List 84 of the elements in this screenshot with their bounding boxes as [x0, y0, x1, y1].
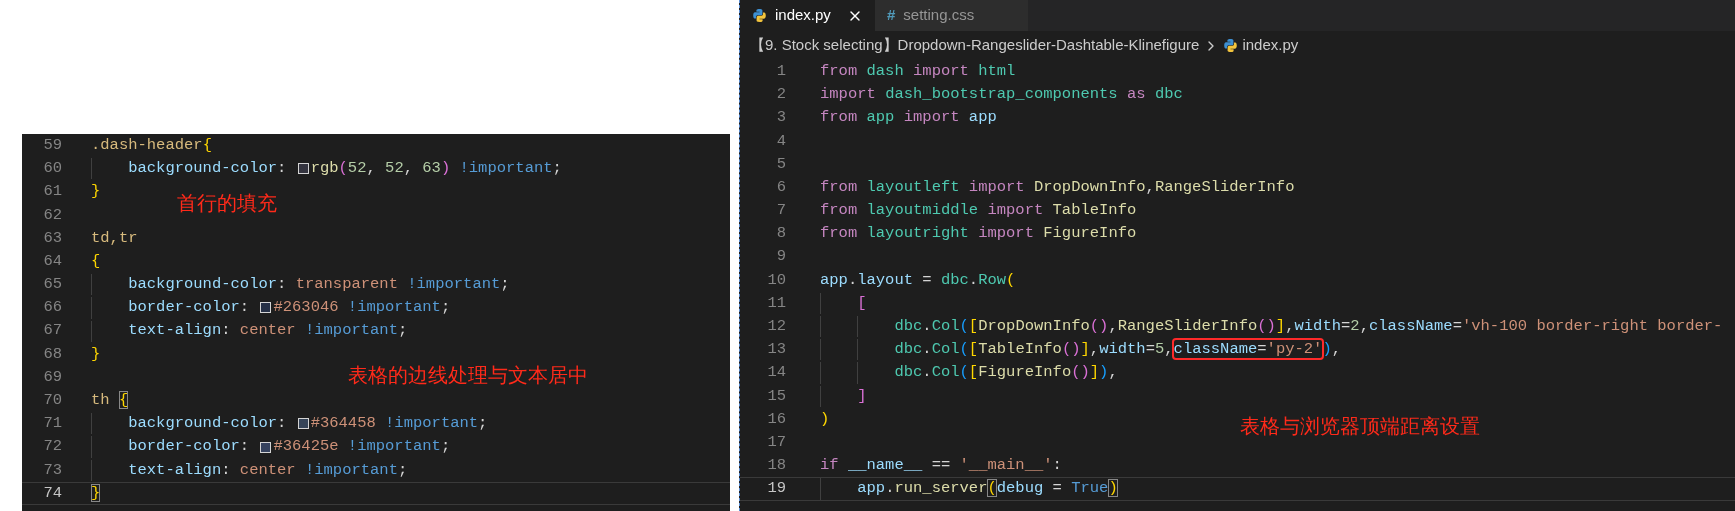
code-text: #263046 !important;: [273, 297, 451, 319]
code-text: dbc.Col([DropDownInfo(),RangeSliderInfo()],width=2,className='vh-100 border-right border-: [893, 316, 1723, 338]
line-number: 71: [42, 413, 62, 435]
code-text: background-color:: [127, 413, 288, 435]
line-number: 18: [766, 455, 786, 477]
line-number: 13: [766, 339, 786, 361]
line-number: 1: [775, 60, 786, 82]
color-swatch-icon[interactable]: [297, 418, 309, 430]
line-number: 11: [766, 292, 786, 314]
line-number: 73: [42, 459, 62, 481]
line-number: 67: [42, 320, 62, 342]
code-text: dbc.Col([FigureInfo()]),: [893, 362, 1118, 384]
code-text: app.run_server(debug = True): [856, 478, 1118, 500]
annotation-text: 表格与浏览器顶端距离设置: [1240, 413, 1480, 440]
line-number: 66: [42, 297, 62, 319]
code-text: border-color:: [127, 436, 251, 458]
breadcrumb-file[interactable]: index.py: [1242, 34, 1299, 57]
line-number: 14: [766, 362, 786, 384]
code-text: ): [820, 408, 830, 430]
line-number: 70: [42, 390, 62, 412]
annotation-text: 首行的填充: [177, 190, 277, 217]
code-text: }: [91, 181, 101, 203]
code-text: }: [91, 482, 101, 504]
line-number: 64: [42, 250, 62, 272]
code-text: from dash import html: [820, 60, 1016, 82]
code-text: td,tr: [91, 227, 138, 249]
line-number: 63: [42, 227, 62, 249]
annotation-text: 表格的边线处理与文本居中: [348, 362, 588, 389]
code-text: dbc.Col([TableInfo()],width=5,className='py-2'),: [893, 339, 1342, 361]
editor-tab[interactable]: # setting.css: [875, 0, 1028, 31]
line-number: 15: [766, 385, 786, 407]
code-text: from layoutmiddle import TableInfo: [820, 200, 1137, 222]
line-number: 9: [775, 246, 786, 268]
line-number: 10: [766, 269, 786, 291]
code-text: rgb(52, 52, 63) !important;: [310, 158, 562, 180]
line-number: 12: [766, 316, 786, 338]
line-number: 17: [766, 431, 786, 453]
line-number: 60: [42, 158, 62, 180]
code-text: from layoutright import FigureInfo: [820, 223, 1137, 245]
code-text: if __name__ == '__main__':: [820, 455, 1062, 477]
line-number: 19: [766, 478, 786, 500]
code-text: th {: [91, 390, 129, 412]
line-number: 16: [766, 408, 786, 430]
file-type-icon: [752, 8, 767, 23]
code-text: background-color:: [127, 158, 288, 180]
code-text: #36425e !important;: [273, 436, 451, 458]
code-text: text-align: center !important;: [127, 320, 408, 342]
line-number: 7: [775, 200, 786, 222]
line-number: 69: [42, 366, 62, 388]
code-text: }: [91, 343, 101, 365]
line-number: 3: [775, 107, 786, 129]
code-text: ]: [856, 385, 867, 407]
color-swatch-icon[interactable]: [260, 441, 272, 453]
color-swatch-icon[interactable]: [297, 163, 309, 175]
line-number: 8: [775, 223, 786, 245]
code-text: app.layout = dbc.Row(: [820, 269, 1016, 291]
line-number: 59: [42, 134, 62, 156]
file-type-icon: [1223, 38, 1239, 53]
code-text: .dash-header{: [91, 134, 212, 156]
code-text: text-align: center !important;: [127, 459, 408, 481]
hash-icon: #: [887, 4, 896, 27]
line-number: 65: [42, 274, 62, 296]
line-number: 61: [42, 181, 62, 203]
editor-tab[interactable]: index.py: [740, 0, 875, 31]
code-text: from app import app: [820, 107, 997, 129]
line-number: 5: [775, 153, 786, 175]
code-text: import dash_bootstrap_components as dbc: [820, 84, 1183, 106]
line-number: 68: [42, 343, 62, 365]
tab-label: index.py: [775, 5, 831, 26]
tab-label: setting.css: [903, 5, 975, 26]
code-text: {: [91, 250, 101, 272]
breadcrumb-folder[interactable]: 【9. Stock selecting】Dropdown-Rangeslider-Dashtable-Klinefigure: [750, 34, 1200, 57]
color-swatch-icon[interactable]: [260, 302, 272, 314]
code-text: [: [856, 292, 867, 314]
code-text: border-color:: [127, 297, 251, 319]
line-number: 62: [42, 204, 62, 226]
code-text: background-color: transparent !important;: [127, 274, 510, 296]
line-number: 6: [775, 176, 786, 198]
line-number: 2: [775, 84, 786, 106]
code-text: #364458 !important;: [310, 413, 488, 435]
line-number: 74: [42, 482, 62, 504]
code-text: from layoutleft import DropDownInfo,RangeSliderInfo: [820, 176, 1295, 198]
line-number: 72: [42, 436, 62, 458]
line-number: 4: [775, 130, 786, 152]
